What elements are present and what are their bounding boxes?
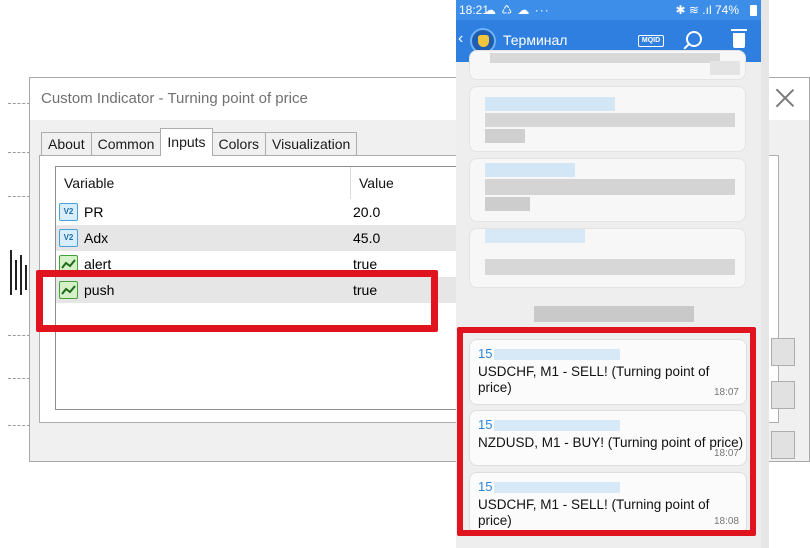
tab-about[interactable]: About — [41, 132, 92, 156]
variable-value[interactable]: 20.0 — [353, 199, 380, 225]
grid-line — [8, 152, 30, 153]
dialog-button-partial[interactable] — [771, 338, 795, 366]
signal-battery-status: ✱ ≋ .ıl 74% — [675, 3, 739, 17]
status-bar: 18:21 ☁ ♺ ☁ ··· ✱ ≋ .ıl 74% — [456, 0, 761, 20]
dialog-button-partial[interactable] — [771, 431, 795, 459]
search-icon[interactable] — [686, 31, 702, 47]
dialog-button-partial[interactable] — [771, 381, 795, 409]
v2-number-icon: V2 — [59, 229, 78, 247]
app-title: Терминал — [503, 32, 568, 48]
list-item — [469, 50, 746, 80]
grid-line — [8, 378, 30, 379]
close-icon[interactable] — [772, 86, 798, 112]
list-item — [469, 228, 746, 288]
tab-strip: About Common Inputs Colors Visualization — [41, 128, 358, 156]
variable-name: PR — [84, 204, 104, 220]
variable-value[interactable]: 45.0 — [353, 225, 380, 251]
tab-common[interactable]: Common — [90, 132, 162, 156]
candlestick-fragment — [10, 240, 30, 300]
mqid-icon[interactable]: MQID — [638, 35, 664, 47]
battery-icon — [750, 5, 757, 16]
phone-edge — [761, 0, 769, 548]
notification-icons: ☁ ♺ ☁ ··· — [484, 3, 550, 17]
date-separator — [534, 306, 694, 322]
dialog-title: Custom Indicator - Turning point of pric… — [41, 90, 308, 107]
list-item — [469, 158, 746, 222]
tab-inputs[interactable]: Inputs — [160, 128, 213, 156]
grid-line — [8, 335, 30, 336]
highlight-box-messages — [457, 327, 756, 536]
grid-line — [8, 425, 30, 426]
variable-name: Adx — [84, 230, 109, 246]
back-icon[interactable]: ‹ — [458, 30, 463, 48]
column-header-variable[interactable]: Variable — [56, 167, 351, 199]
grid-line — [8, 196, 30, 197]
trash-icon[interactable] — [731, 29, 747, 48]
v2-number-icon: V2 — [59, 203, 78, 221]
grid-line — [8, 103, 30, 104]
tab-colors[interactable]: Colors — [211, 132, 266, 156]
list-item — [469, 86, 746, 152]
highlight-box-push — [36, 270, 438, 332]
tab-visualization[interactable]: Visualization — [265, 132, 358, 156]
